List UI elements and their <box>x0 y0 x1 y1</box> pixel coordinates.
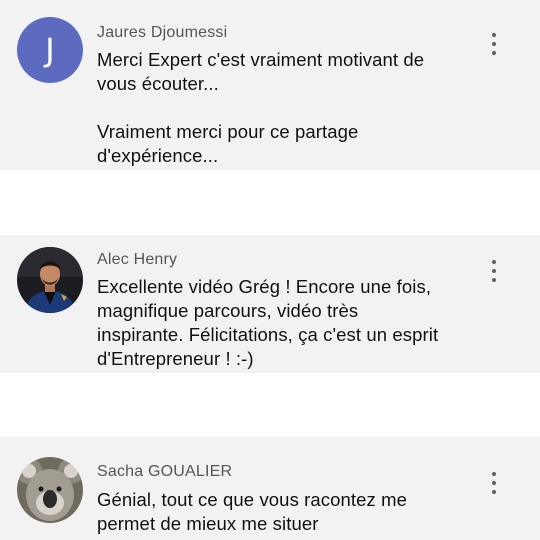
more-options-icon[interactable] <box>484 471 504 497</box>
more-options-icon[interactable] <box>484 32 504 58</box>
comment-text: Merci Expert c'est vraiment motivant de … <box>97 49 425 166</box>
avatar[interactable] <box>17 457 83 523</box>
comment-text: Génial, tout ce que vous racontez me per… <box>97 489 408 534</box>
person-photo-icon <box>17 247 83 313</box>
comment-author[interactable]: Sacha GOUALIER <box>97 463 232 481</box>
avatar[interactable] <box>17 247 83 313</box>
more-options-icon[interactable] <box>484 259 504 285</box>
comment-item: J Jaures Djoumessi Merci Expert c'est vr… <box>0 0 540 170</box>
koala-photo-icon <box>17 457 83 523</box>
avatar-letter: J <box>45 31 55 69</box>
comment-author[interactable]: Alec Henry <box>97 251 177 269</box>
comment-item: Alec Henry Excellente vidéo Grég ! Encor… <box>0 235 540 373</box>
comment-author[interactable]: Jaures Djoumessi <box>97 24 227 42</box>
comment-item: Sacha GOUALIER Génial, tout ce que vous … <box>0 437 540 540</box>
avatar[interactable]: J <box>17 17 83 83</box>
comment-text: Excellente vidéo Grég ! Encore une fois,… <box>97 276 439 369</box>
